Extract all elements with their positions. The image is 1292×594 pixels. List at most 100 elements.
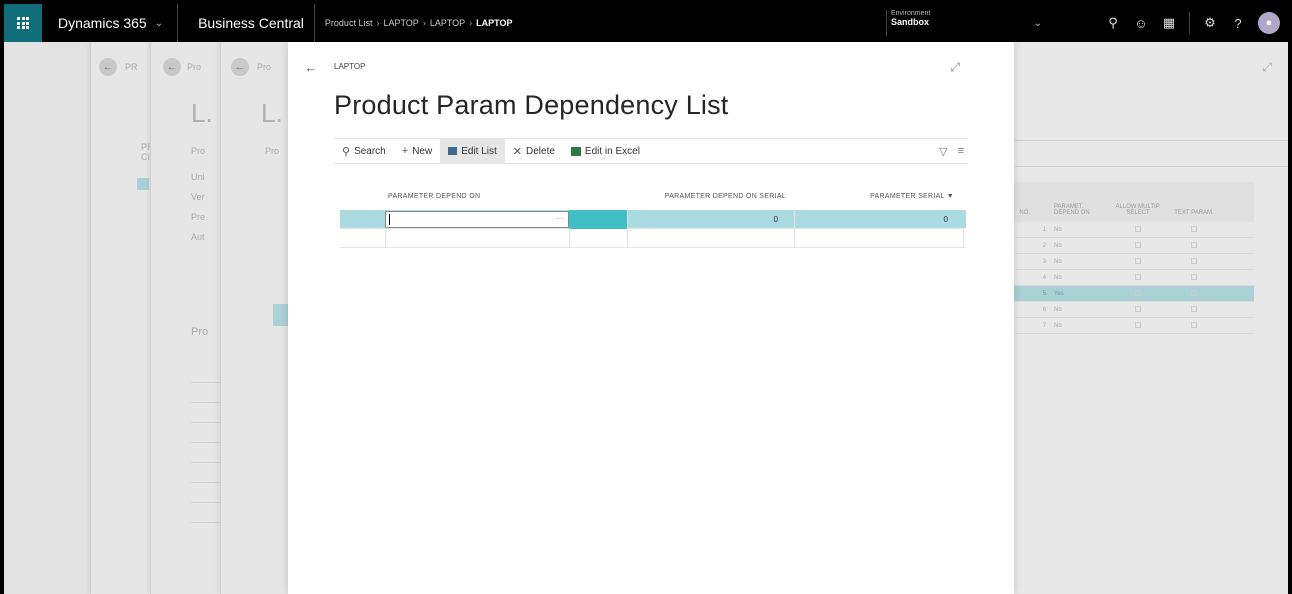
search-icon: ⚲: [342, 145, 351, 158]
checkbox[interactable]: [1110, 305, 1166, 314]
checkbox[interactable]: [1110, 225, 1166, 234]
environment-selector[interactable]: Environment Sandbox ⌄: [886, 10, 1046, 36]
checkbox[interactable]: [1110, 321, 1166, 330]
column-header-depend-on-serial[interactable]: PARAMETER DEPEND ON SERIAL: [630, 193, 786, 200]
checkbox[interactable]: [1166, 273, 1222, 282]
checkbox[interactable]: [1110, 289, 1166, 298]
list-item[interactable]: 7 No: [1014, 318, 1254, 334]
serial-cell[interactable]: 0: [794, 210, 964, 229]
row-depend-value: No: [1054, 306, 1062, 313]
back-icon[interactable]: ←: [302, 58, 320, 76]
notification-icon[interactable]: ▦: [1155, 4, 1183, 42]
depend-on-serial-cell[interactable]: 0: [627, 210, 794, 229]
serial-cell[interactable]: [794, 229, 964, 248]
brand-menu[interactable]: Dynamics 365 ⌄: [42, 4, 179, 42]
delete-icon: ✕: [512, 145, 522, 158]
breadcrumb-item[interactable]: LAPTOP: [383, 18, 418, 28]
ghost-label: Ver: [191, 192, 205, 202]
edit-list-label: Edit List: [461, 145, 497, 157]
checkbox[interactable]: [1166, 289, 1222, 298]
depend-on-cell[interactable]: [385, 229, 569, 248]
row-number: 5: [1042, 290, 1046, 297]
expand-icon[interactable]: ⤢: [1262, 60, 1272, 75]
list-item[interactable]: 3 No: [1014, 254, 1254, 270]
checkbox[interactable]: [1166, 257, 1222, 266]
breadcrumb-item[interactable]: Product List: [325, 18, 373, 28]
checkbox[interactable]: [1166, 305, 1222, 314]
row-number: 4: [1042, 274, 1046, 281]
avatar[interactable]: ●: [1258, 12, 1280, 34]
selected-cell: [569, 210, 627, 229]
edit-in-excel-button[interactable]: Edit in Excel: [563, 139, 648, 163]
column-header: NO.: [1019, 210, 1030, 216]
excel-icon: [570, 146, 581, 156]
list-item[interactable]: 4 No: [1014, 270, 1254, 286]
ghost-label: Uni: [191, 172, 205, 182]
list-item[interactable]: 1 No: [1014, 222, 1254, 238]
help-icon[interactable]: ?: [1224, 4, 1252, 42]
filter-icon[interactable]: ▽: [939, 145, 947, 158]
list-item[interactable]: 2 No: [1014, 238, 1254, 254]
lightbulb-icon[interactable]: ⚲: [1099, 4, 1127, 42]
checkbox[interactable]: [1166, 241, 1222, 250]
new-button[interactable]: + New: [394, 139, 440, 163]
row-number: 6: [1042, 306, 1046, 313]
edit-list-button[interactable]: Edit List: [440, 139, 505, 163]
back-icon[interactable]: ←: [231, 58, 249, 76]
delete-button[interactable]: ✕ Delete: [505, 139, 563, 163]
row-number: 1: [1042, 226, 1046, 233]
top-bar: Dynamics 365 ⌄ Business Central Product …: [4, 4, 1288, 42]
back-icon[interactable]: ←: [163, 58, 181, 76]
edit-list-icon: [448, 147, 458, 155]
row-depend-value: No: [1054, 242, 1062, 249]
column-header-serial[interactable]: PARAMETER SERIAL ▼: [800, 193, 954, 200]
table-row[interactable]: [340, 229, 966, 248]
back-icon[interactable]: ←: [99, 58, 117, 76]
product-name[interactable]: Business Central: [178, 4, 315, 42]
search-label: Search: [354, 145, 386, 157]
parameter-depend-on-input[interactable]: ···: [385, 211, 569, 228]
expand-icon[interactable]: ⤢: [950, 60, 960, 75]
page-title: Product Param Dependency List: [334, 90, 729, 120]
table-row[interactable]: ··· 0 0: [340, 210, 966, 229]
search-button[interactable]: ⚲ Search: [334, 139, 394, 163]
ghost-title: L.: [191, 98, 213, 128]
list-view-icon[interactable]: ≡: [958, 145, 964, 158]
checkbox[interactable]: [1110, 273, 1166, 282]
checkbox[interactable]: [1110, 257, 1166, 266]
smiley-icon[interactable]: ☺: [1127, 4, 1155, 42]
column-header-depend-on[interactable]: PARAMETER DEPEND ON: [388, 193, 480, 200]
ghost-label: Pre: [191, 212, 206, 222]
app-launcher-icon[interactable]: [4, 4, 42, 42]
ghost-label: PR: [125, 62, 138, 72]
checkbox[interactable]: [1166, 321, 1222, 330]
chevron-down-icon: ⌄: [154, 17, 164, 29]
breadcrumb-item[interactable]: LAPTOP: [430, 18, 465, 28]
list-item[interactable]: 6 No: [1014, 302, 1254, 318]
column-header: ALLOW MULTIP. SELECT: [1115, 204, 1161, 216]
delete-label: Delete: [526, 145, 555, 157]
row-number: 3: [1042, 258, 1046, 265]
gear-icon[interactable]: ⚙: [1196, 4, 1224, 42]
product-label: Business Central: [198, 15, 304, 31]
depend-on-serial-cell[interactable]: [627, 229, 794, 248]
row-number: 2: [1042, 242, 1046, 249]
breadcrumb-current: LAPTOP: [476, 18, 513, 28]
column-header: PARAMET. DEPEND ON: [1054, 204, 1090, 216]
ghost-label: CI: [141, 152, 150, 162]
background-list-pane: ⤢ NO. PARAMET. DEPEND ON ALLOW MULTIP. S…: [1014, 42, 1288, 594]
product-param-dependency-dialog: ← LAPTOP ⤢ Product Param Dependency List…: [288, 42, 1014, 594]
lookup-icon[interactable]: ···: [556, 214, 564, 223]
checkbox[interactable]: [1110, 241, 1166, 250]
checkbox[interactable]: [1166, 225, 1222, 234]
app-frame: Dynamics 365 ⌄ Business Central Product …: [4, 4, 1288, 594]
row-depend-value: No: [1054, 322, 1062, 329]
list-item[interactable]: 5 Yes: [1014, 286, 1254, 302]
column-header: TEXT PARAM.: [1174, 210, 1214, 216]
row-depend-value: No: [1054, 226, 1062, 233]
dependency-grid: PARAMETER DEPEND ON PARAMETER DEPEND ON …: [340, 170, 966, 248]
breadcrumb: Product List › LAPTOP › LAPTOP › LAPTOP: [315, 18, 513, 28]
ghost-label: Pro: [187, 62, 202, 72]
environment-label: Environment: [891, 10, 931, 17]
environment-value: Sandbox: [891, 17, 930, 27]
